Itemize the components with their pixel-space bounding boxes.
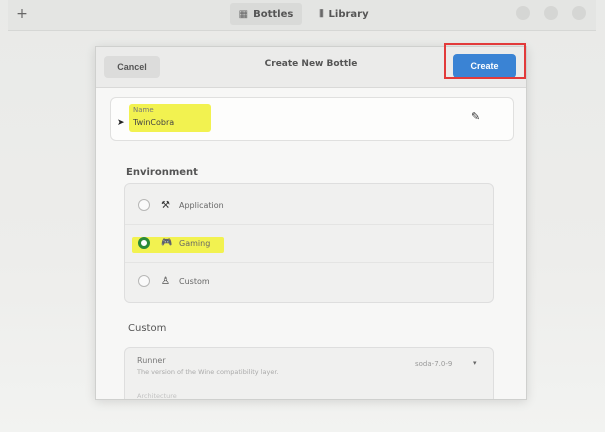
add-icon[interactable]: +: [14, 6, 30, 22]
gamepad-icon: 🎮: [161, 238, 173, 248]
name-field-row[interactable]: ➤ Name TwinCobra ✎: [110, 97, 514, 141]
environment-heading: Environment: [126, 167, 198, 178]
env-option-gaming-label: Gaming: [179, 238, 211, 248]
menu-icon[interactable]: [516, 6, 530, 20]
tab-bottles-label: Bottles: [253, 8, 294, 20]
annotation-box: [444, 43, 526, 79]
env-option-gaming[interactable]: 🎮 Gaming: [125, 225, 493, 261]
env-option-custom-label: Custom: [179, 276, 210, 286]
name-input[interactable]: TwinCobra: [133, 118, 174, 127]
close-window-icon[interactable]: [572, 6, 586, 20]
bottles-icon: ▦: [238, 8, 249, 20]
env-option-application-label: Application: [179, 200, 224, 210]
library-icon: ⫴: [319, 8, 324, 20]
tab-library-label: Library: [328, 8, 369, 20]
minimize-icon[interactable]: [544, 6, 558, 20]
name-label: Name: [133, 106, 154, 114]
chevron-down-icon[interactable]: ▾: [473, 359, 477, 367]
radio-gaming[interactable]: [138, 237, 150, 249]
application-icon: ⚒: [161, 199, 170, 211]
edit-name-icon[interactable]: ✎: [471, 110, 480, 123]
runner-description: The version of the Wine compatibility la…: [137, 368, 279, 376]
runner-select[interactable]: soda-7.0-9: [415, 360, 452, 368]
view-switcher: ▦ Bottles ⫴ Library: [230, 3, 380, 25]
environment-options: ⚒ Application 🎮 Gaming ♙ Custom: [124, 183, 494, 303]
custom-icon: ♙: [161, 275, 170, 287]
custom-heading: Custom: [128, 323, 167, 334]
radio-application[interactable]: [138, 199, 150, 211]
runner-label: Runner: [137, 356, 166, 365]
app-header-bar: + ▦ Bottles ⫴ Library: [8, 0, 596, 31]
mouse-pointer-icon: ➤: [117, 118, 125, 128]
env-option-custom[interactable]: ♙ Custom: [125, 263, 493, 299]
tab-library[interactable]: ⫴ Library: [308, 3, 380, 25]
architecture-label: Architecture: [137, 392, 177, 400]
create-bottle-dialog: Cancel Create New Bottle Create ➤ Name T…: [95, 46, 527, 400]
radio-custom[interactable]: [138, 275, 150, 287]
env-option-application[interactable]: ⚒ Application: [125, 187, 493, 223]
tab-bottles[interactable]: ▦ Bottles: [230, 3, 302, 25]
runner-row[interactable]: Runner The version of the Wine compatibi…: [124, 347, 494, 400]
screen: + ▦ Bottles ⫴ Library Cancel Create New …: [0, 0, 605, 432]
